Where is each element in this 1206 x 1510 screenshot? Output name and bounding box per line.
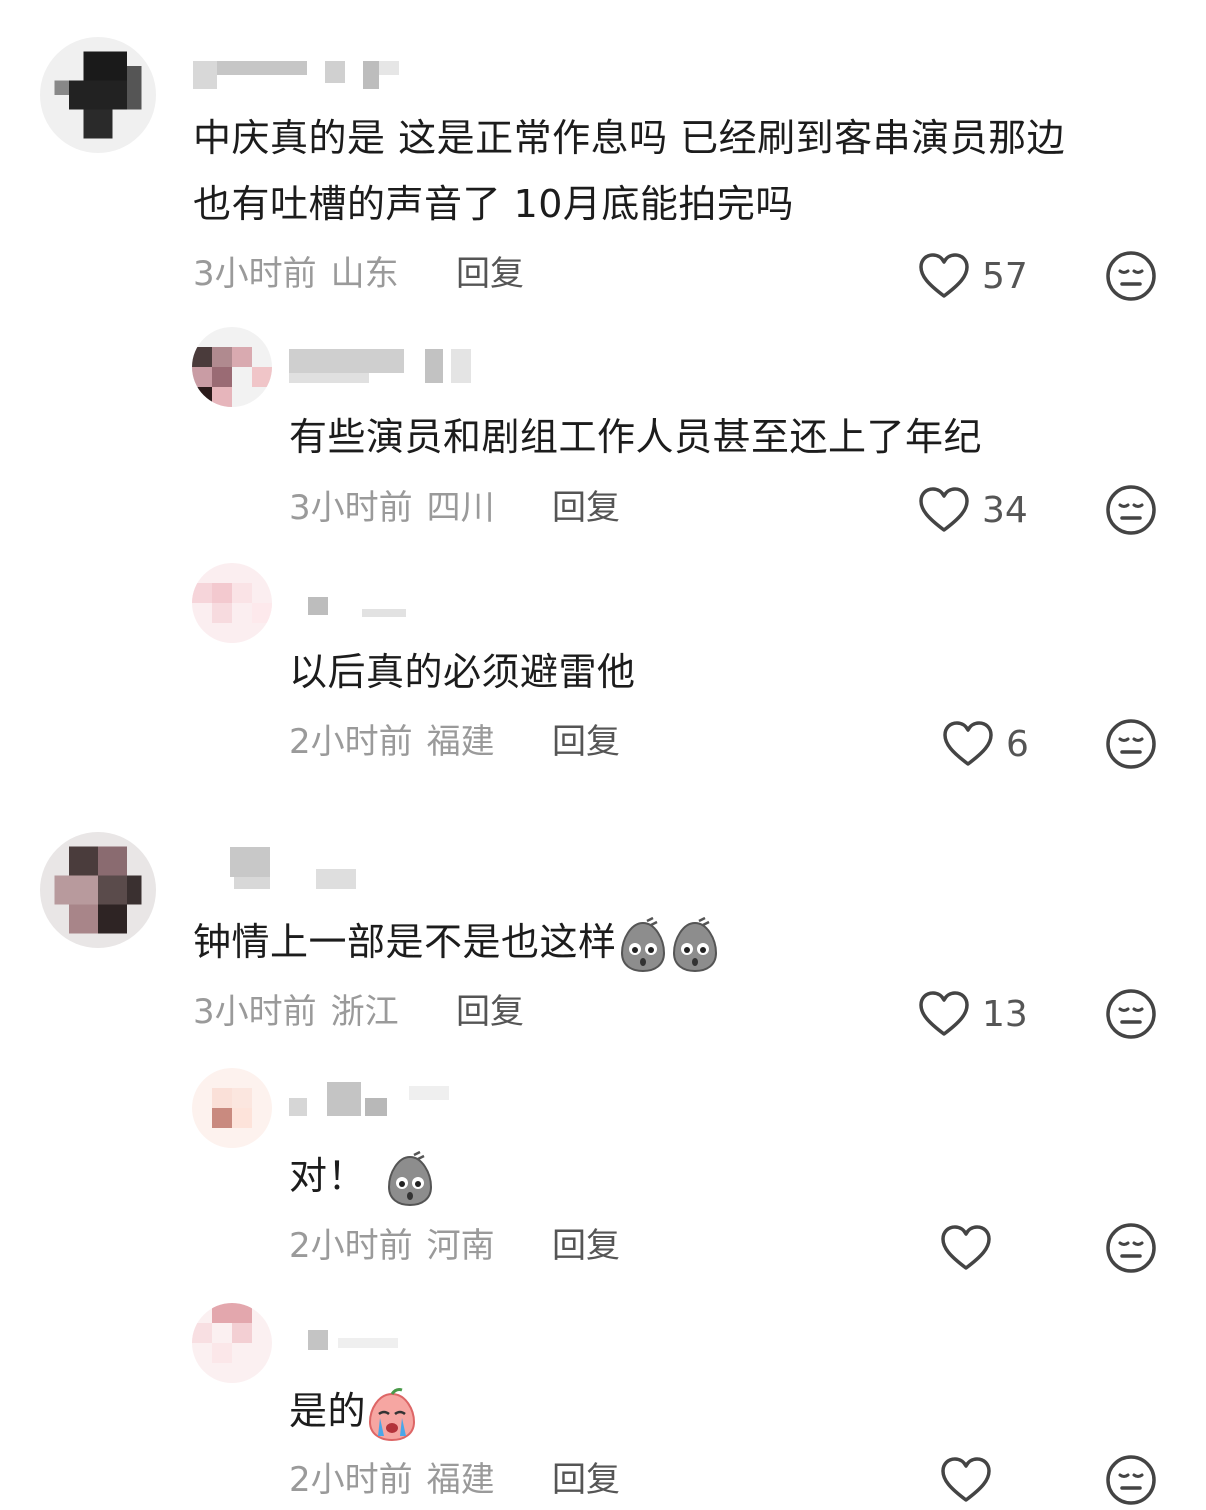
heart-outline-icon: [941, 1457, 991, 1502]
comment-text-line: 是的: [289, 1378, 418, 1444]
reply-button[interactable]: 回复: [552, 488, 620, 528]
pixelated-username: [289, 1082, 449, 1116]
avatar[interactable]: [192, 327, 272, 407]
reply-button[interactable]: 回复: [552, 1460, 620, 1500]
comment-text: 中庆真的是 这是正常作息吗 已经刷到客串演员那边 也有吐槽的声音了 10月底能拍…: [193, 105, 1065, 237]
comment-meta: 2小时前 福建: [289, 722, 495, 762]
comment-region: 浙江: [330, 992, 399, 1032]
comment-text-content: 对！: [289, 1154, 367, 1198]
comment-text-line: 钟情上一部是不是也这样: [193, 909, 721, 975]
like-count: 57: [982, 255, 1028, 297]
gray-blob-shocked-emoji: [620, 916, 665, 972]
comment-region: 福建: [426, 722, 495, 762]
comment-text: 钟情上一部是不是也这样: [193, 909, 721, 975]
comment-text-line: 也有吐槽的声音了 10月底能拍完吗: [193, 182, 794, 226]
dislike-button[interactable]: [1105, 1222, 1157, 1274]
comment-time: 3小时前: [193, 254, 317, 294]
comment-text: 对！: [289, 1143, 436, 1209]
comment-region: 四川: [426, 488, 495, 528]
avatar[interactable]: [192, 1068, 272, 1148]
gray-blob-shocked-emoji: [672, 916, 717, 972]
like-count: 34: [982, 489, 1028, 531]
reply-button[interactable]: 回复: [552, 722, 620, 762]
neutral-face-icon: [1106, 1223, 1156, 1273]
gray-blob-shocked-emoji: [388, 1150, 433, 1206]
neutral-face-icon: [1106, 989, 1156, 1039]
comment-text-line: 以后真的必须避雷他: [289, 650, 636, 694]
comment-time: 2小时前: [289, 722, 413, 762]
avatar[interactable]: [40, 832, 156, 948]
comment-text-content: 钟情上一部是不是也这样: [193, 920, 617, 964]
reply-button[interactable]: 回复: [552, 1226, 620, 1266]
heart-outline-icon: [941, 1225, 991, 1270]
pixelated-avatar-image: [40, 37, 156, 153]
username-redacted[interactable]: [230, 845, 370, 893]
comment-text-line: 有些演员和剧组工作人员甚至还上了年纪: [289, 415, 983, 459]
comment-region: 山东: [330, 254, 399, 294]
neutral-face-icon: [1106, 251, 1156, 301]
comment-time: 3小时前: [193, 992, 317, 1032]
comment-region: 河南: [426, 1226, 495, 1266]
comment-time: 3小时前: [289, 488, 413, 528]
like-button[interactable]: 57: [918, 250, 1028, 302]
comment-text: 是的: [289, 1378, 418, 1444]
comment-time: 2小时前: [289, 1460, 413, 1500]
neutral-face-icon: [1106, 719, 1156, 769]
username-redacted[interactable]: [289, 1080, 469, 1120]
heart-outline-icon: [919, 991, 969, 1036]
reply-button[interactable]: 回复: [456, 254, 524, 294]
comment-meta: 3小时前 浙江: [193, 992, 399, 1032]
pixelated-username: [308, 597, 406, 617]
avatar[interactable]: [40, 37, 156, 153]
heart-outline-icon: [919, 487, 969, 532]
like-button[interactable]: 13: [918, 988, 1028, 1040]
like-button[interactable]: [940, 1222, 992, 1274]
reply-button[interactable]: 回复: [456, 992, 524, 1032]
pixelated-avatar-image: [192, 1303, 272, 1383]
dislike-button[interactable]: [1105, 250, 1157, 302]
heart-outline-icon: [943, 721, 993, 766]
username-redacted[interactable]: [193, 57, 408, 93]
dislike-button[interactable]: [1105, 484, 1157, 536]
like-count: 13: [982, 993, 1028, 1035]
comment-region: 福建: [426, 1460, 495, 1500]
comment-text-content: 是的: [289, 1389, 367, 1433]
comment-text-line: 对！: [289, 1143, 436, 1209]
comment-text: 以后真的必须避雷他: [289, 639, 636, 705]
comment-text-line: 中庆真的是 这是正常作息吗 已经刷到客串演员那边: [193, 116, 1066, 160]
username-redacted[interactable]: [308, 1328, 428, 1356]
dislike-button[interactable]: [1105, 988, 1157, 1040]
username-redacted[interactable]: [308, 595, 428, 619]
username-redacted[interactable]: [289, 345, 529, 385]
pixelated-username: [289, 349, 471, 383]
pixelated-username: [308, 1330, 398, 1350]
heart-outline-icon: [919, 253, 969, 298]
comment-time: 2小时前: [289, 1226, 413, 1266]
pixelated-avatar-image: [192, 1068, 272, 1148]
neutral-face-icon: [1106, 485, 1156, 535]
avatar[interactable]: [192, 1303, 272, 1383]
dislike-button[interactable]: [1105, 718, 1157, 770]
pixelated-avatar-image: [192, 563, 272, 643]
pixelated-username: [193, 61, 399, 89]
pixelated-username: [230, 847, 356, 889]
neutral-face-icon: [1106, 1455, 1156, 1505]
dislike-button[interactable]: [1105, 1454, 1157, 1506]
comment-meta: 2小时前 河南: [289, 1226, 495, 1266]
comment-meta: 3小时前 山东: [193, 254, 399, 294]
comment-meta: 3小时前 四川: [289, 488, 495, 528]
like-count: 6: [1006, 723, 1029, 765]
like-button[interactable]: 34: [918, 484, 1028, 536]
pixelated-avatar-image: [40, 832, 156, 948]
pink-crying-emoji: [369, 1387, 416, 1441]
like-button[interactable]: [940, 1454, 992, 1506]
comment-text: 有些演员和剧组工作人员甚至还上了年纪: [289, 404, 982, 470]
like-button[interactable]: 6: [942, 718, 1029, 770]
avatar[interactable]: [192, 563, 272, 643]
pixelated-avatar-image: [192, 327, 272, 407]
comment-meta: 2小时前 福建: [289, 1460, 495, 1500]
